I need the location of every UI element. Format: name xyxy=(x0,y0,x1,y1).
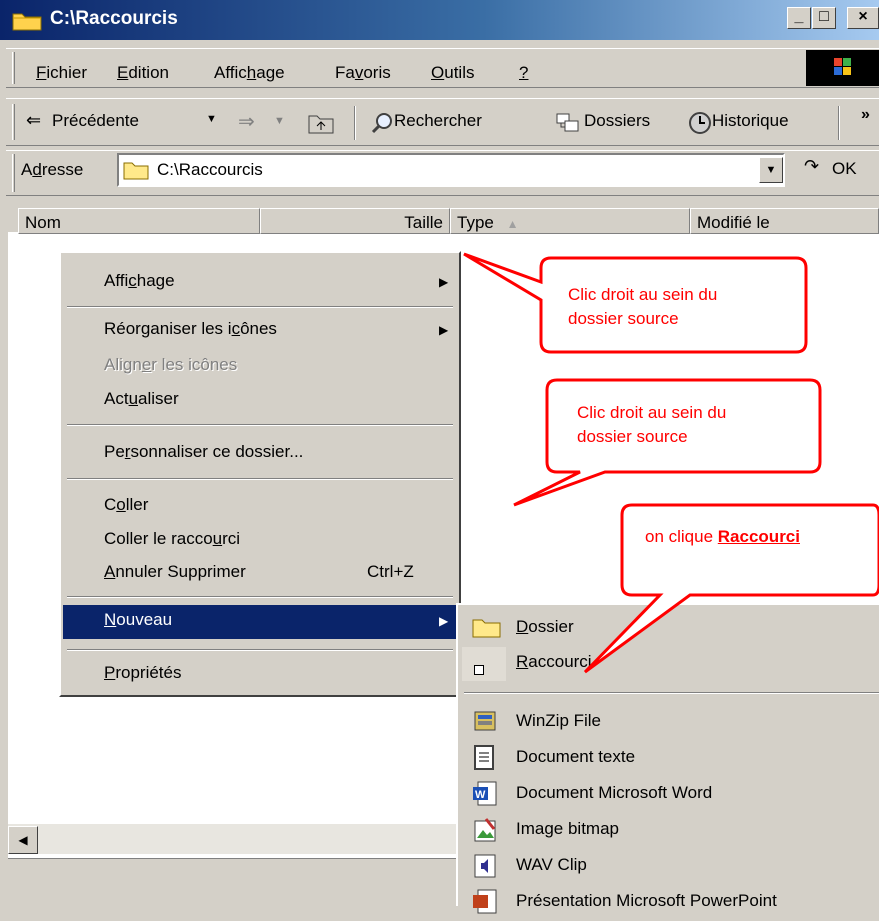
callout-2-line-1: Clic droit au sein du xyxy=(577,403,727,422)
callout-text-3: on clique Raccourci xyxy=(645,525,800,549)
annotation-callouts xyxy=(463,252,879,674)
callout-text-2: Clic droit au sein du dossier source xyxy=(577,401,726,449)
callout-1-line-2: dossier source xyxy=(568,309,679,328)
callout-1-line-1: Clic droit au sein du xyxy=(568,285,718,304)
callout-2-line-2: dossier source xyxy=(577,427,688,446)
callout-3-text: on clique xyxy=(645,527,718,546)
callout-3-bold: Raccourci xyxy=(717,527,800,546)
callout-text-1: Clic droit au sein du dossier source xyxy=(568,283,717,331)
